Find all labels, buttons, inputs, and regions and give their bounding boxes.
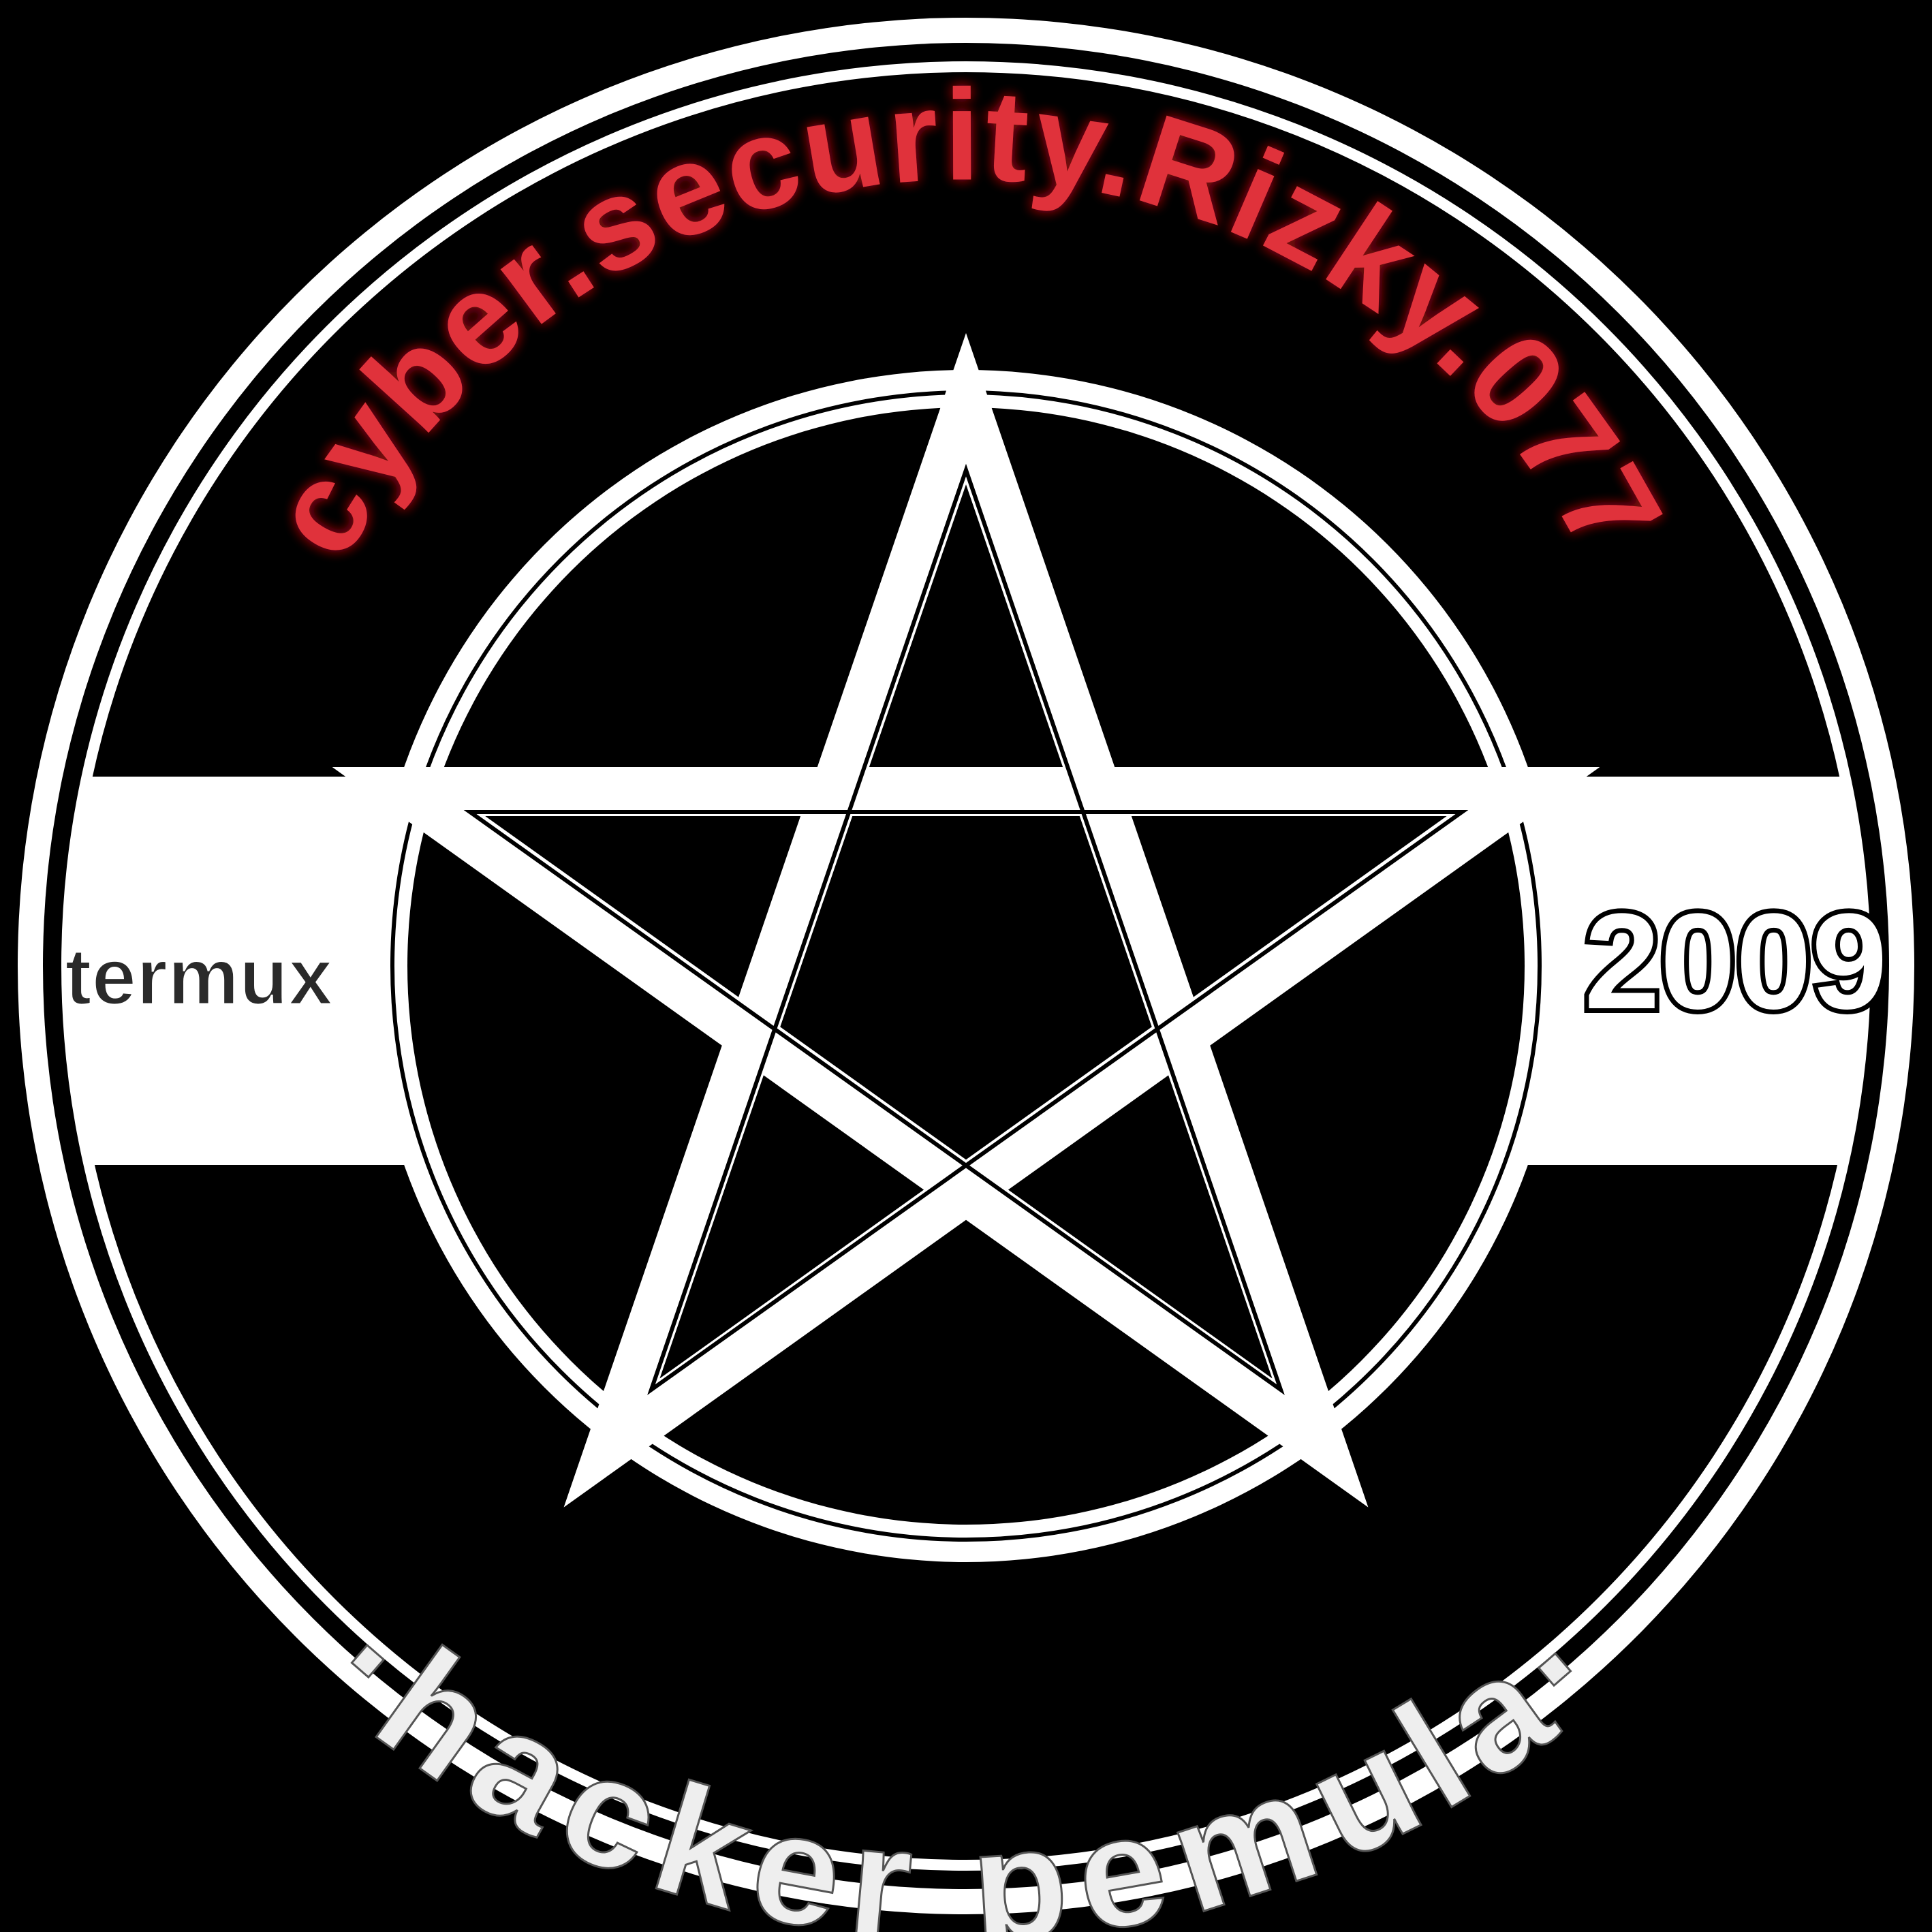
emblem-logo: cyber.security.Rizky.077 ·hacker pemula·… bbox=[0, 0, 1932, 1932]
right-label: 2009 bbox=[1585, 886, 1888, 1038]
center-disc bbox=[407, 407, 1525, 1525]
left-label: termux bbox=[65, 932, 332, 1022]
